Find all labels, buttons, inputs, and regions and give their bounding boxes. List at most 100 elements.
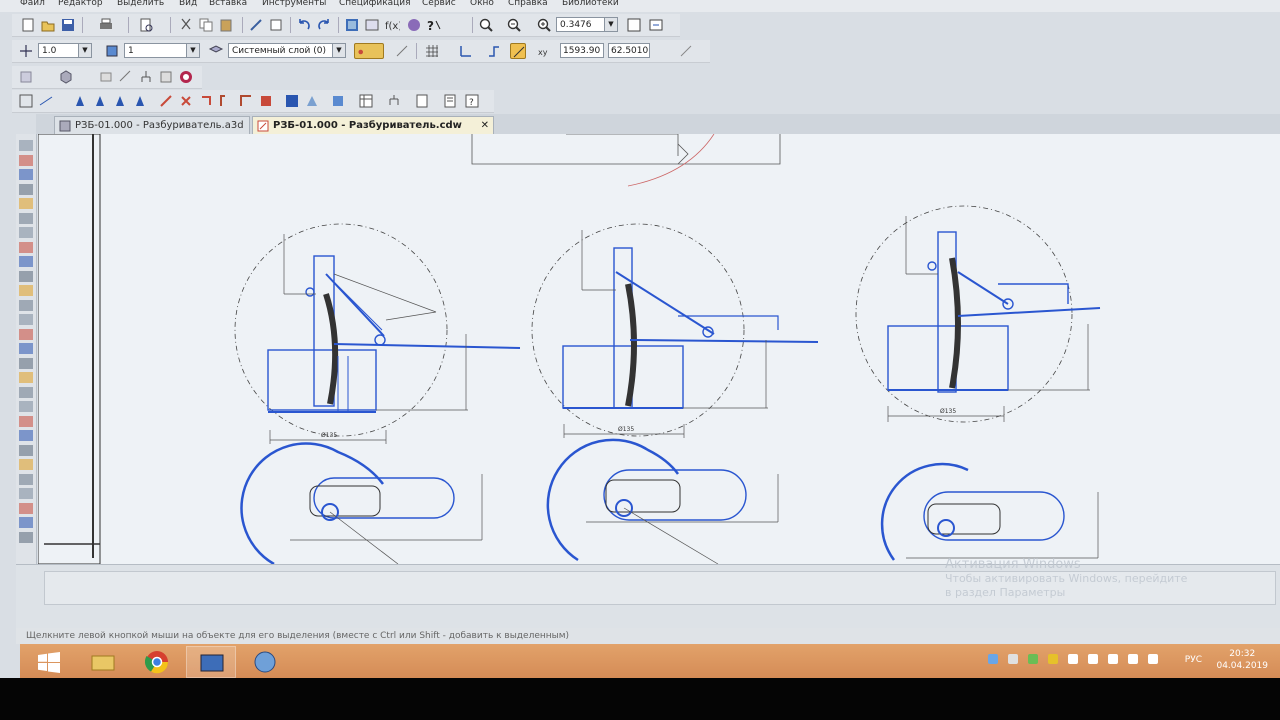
tool-button[interactable] bbox=[19, 357, 33, 369]
tool-button[interactable] bbox=[19, 169, 33, 180]
menu-libraries[interactable]: Библиотеки bbox=[562, 0, 619, 8]
ortho-icon[interactable] bbox=[394, 43, 410, 59]
move-icon[interactable] bbox=[178, 93, 194, 109]
edit-icon[interactable] bbox=[158, 93, 174, 109]
close-icon[interactable]: ✕ bbox=[481, 117, 489, 135]
grid-icon[interactable] bbox=[424, 43, 440, 59]
tool-button[interactable] bbox=[19, 401, 33, 412]
help-icon[interactable]: ? bbox=[464, 93, 480, 109]
menu-file[interactable]: Файл bbox=[20, 0, 45, 8]
layer-icon[interactable] bbox=[208, 43, 224, 59]
tool-button[interactable] bbox=[19, 140, 33, 151]
tool-button[interactable] bbox=[19, 415, 33, 427]
clock[interactable]: 20:32 04.04.2019 bbox=[1216, 648, 1268, 672]
coordinates-icon[interactable]: xy bbox=[538, 43, 554, 59]
undo-icon[interactable] bbox=[296, 17, 312, 33]
snap-icon[interactable] bbox=[486, 43, 502, 59]
tool-button[interactable] bbox=[19, 285, 33, 296]
constraints-panel-icon[interactable] bbox=[38, 93, 54, 109]
zoom-in-icon[interactable] bbox=[536, 17, 552, 33]
libraries-icon[interactable] bbox=[406, 17, 422, 33]
tool-button[interactable] bbox=[19, 517, 33, 528]
mass-icon[interactable] bbox=[158, 69, 174, 85]
tab-assembly-a3d[interactable]: РЗБ-01.000 - Разбуриватель.a3d bbox=[54, 116, 250, 134]
tray-icon[interactable] bbox=[1028, 654, 1038, 664]
tool-button[interactable] bbox=[19, 241, 33, 253]
hatch-icon[interactable] bbox=[284, 93, 300, 109]
current-view-select[interactable]: 1 ▼ bbox=[124, 43, 200, 58]
tool-button[interactable] bbox=[19, 343, 33, 354]
start-button[interactable] bbox=[24, 646, 74, 678]
fill-icon[interactable] bbox=[304, 93, 320, 109]
tool-button[interactable] bbox=[19, 299, 33, 311]
cursor-y-field[interactable]: 62.5010 bbox=[608, 43, 650, 58]
variables-icon[interactable] bbox=[364, 17, 380, 33]
tool-button[interactable] bbox=[19, 183, 33, 195]
menu-insert[interactable]: Вставка bbox=[209, 0, 247, 8]
coordinates-snap-button[interactable] bbox=[510, 43, 526, 59]
tray-icon[interactable] bbox=[1048, 654, 1058, 664]
tool-button[interactable] bbox=[19, 386, 33, 398]
hierarchy-icon[interactable] bbox=[138, 69, 154, 85]
tool-button[interactable] bbox=[19, 227, 33, 238]
line-icon[interactable] bbox=[92, 93, 108, 109]
menu-tools[interactable]: Инструменты bbox=[262, 0, 326, 8]
zoom-window-icon[interactable] bbox=[478, 17, 494, 33]
show-all-icon[interactable] bbox=[18, 69, 34, 85]
measure-icon[interactable] bbox=[118, 69, 134, 85]
kompas-taskbar-button[interactable] bbox=[186, 646, 236, 678]
tree-icon[interactable] bbox=[386, 93, 402, 109]
tool-button[interactable] bbox=[19, 430, 33, 441]
menu-specification[interactable]: Спецификация bbox=[339, 0, 411, 8]
rotate-icon[interactable] bbox=[218, 93, 234, 109]
preview-button[interactable] bbox=[138, 17, 154, 33]
manager-icon[interactable] bbox=[268, 17, 284, 33]
cut-icon[interactable] bbox=[178, 17, 194, 33]
scale-icon[interactable] bbox=[238, 93, 254, 109]
volume-icon[interactable] bbox=[1148, 654, 1158, 664]
save-button[interactable] bbox=[60, 17, 76, 33]
regenerate-icon[interactable] bbox=[344, 17, 360, 33]
tool-button[interactable] bbox=[19, 314, 33, 325]
help-pointer-icon[interactable]: ? bbox=[426, 17, 442, 33]
tool-button[interactable] bbox=[19, 473, 33, 485]
tool-button[interactable] bbox=[19, 502, 33, 514]
mirror-icon[interactable] bbox=[258, 93, 274, 109]
report-icon[interactable] bbox=[414, 93, 430, 109]
drawing-canvas[interactable]: Ø135 Ø135 Ø135 bbox=[38, 134, 1280, 564]
tool-button[interactable] bbox=[19, 488, 33, 499]
menu-select[interactable]: Выделить bbox=[117, 0, 164, 8]
chrome-button[interactable] bbox=[132, 646, 182, 678]
language-indicator[interactable]: РУС bbox=[1185, 655, 1202, 665]
object-parameters-button[interactable] bbox=[354, 43, 384, 59]
sketch-icon[interactable] bbox=[98, 69, 114, 85]
properties-icon[interactable] bbox=[248, 17, 264, 33]
menu-edit[interactable]: Редактор bbox=[58, 0, 103, 8]
refresh-view-icon[interactable] bbox=[648, 17, 664, 33]
tool-button[interactable] bbox=[19, 212, 33, 224]
network-icon[interactable] bbox=[1128, 654, 1138, 664]
point-icon[interactable] bbox=[72, 93, 88, 109]
current-layer-select[interactable]: Системный слой (0) ▼ bbox=[228, 43, 346, 58]
menu-view[interactable]: Вид bbox=[179, 0, 197, 8]
geometry-icon[interactable] bbox=[678, 43, 694, 59]
tool-button[interactable] bbox=[19, 372, 33, 383]
geometry-panel-icon[interactable] bbox=[18, 93, 34, 109]
tool-button[interactable] bbox=[19, 256, 33, 267]
tool-button[interactable] bbox=[19, 198, 33, 209]
tray-icon[interactable] bbox=[988, 654, 998, 664]
tray-icon[interactable] bbox=[1068, 654, 1078, 664]
network-app-button[interactable] bbox=[240, 646, 290, 678]
spec-icon[interactable] bbox=[442, 93, 458, 109]
menu-window[interactable]: Окно bbox=[470, 0, 494, 8]
tool-button[interactable] bbox=[19, 444, 33, 456]
view-number-icon[interactable] bbox=[104, 43, 120, 59]
cursor-step-select[interactable]: 1.0 ▼ bbox=[38, 43, 92, 58]
tool-button[interactable] bbox=[19, 459, 33, 470]
tool-button[interactable] bbox=[19, 154, 33, 166]
menu-help[interactable]: Справка bbox=[508, 0, 548, 8]
arc-tool-icon[interactable] bbox=[132, 93, 148, 109]
zoom-out-icon[interactable] bbox=[506, 17, 522, 33]
file-explorer-button[interactable] bbox=[78, 646, 128, 678]
text-icon[interactable] bbox=[330, 93, 346, 109]
